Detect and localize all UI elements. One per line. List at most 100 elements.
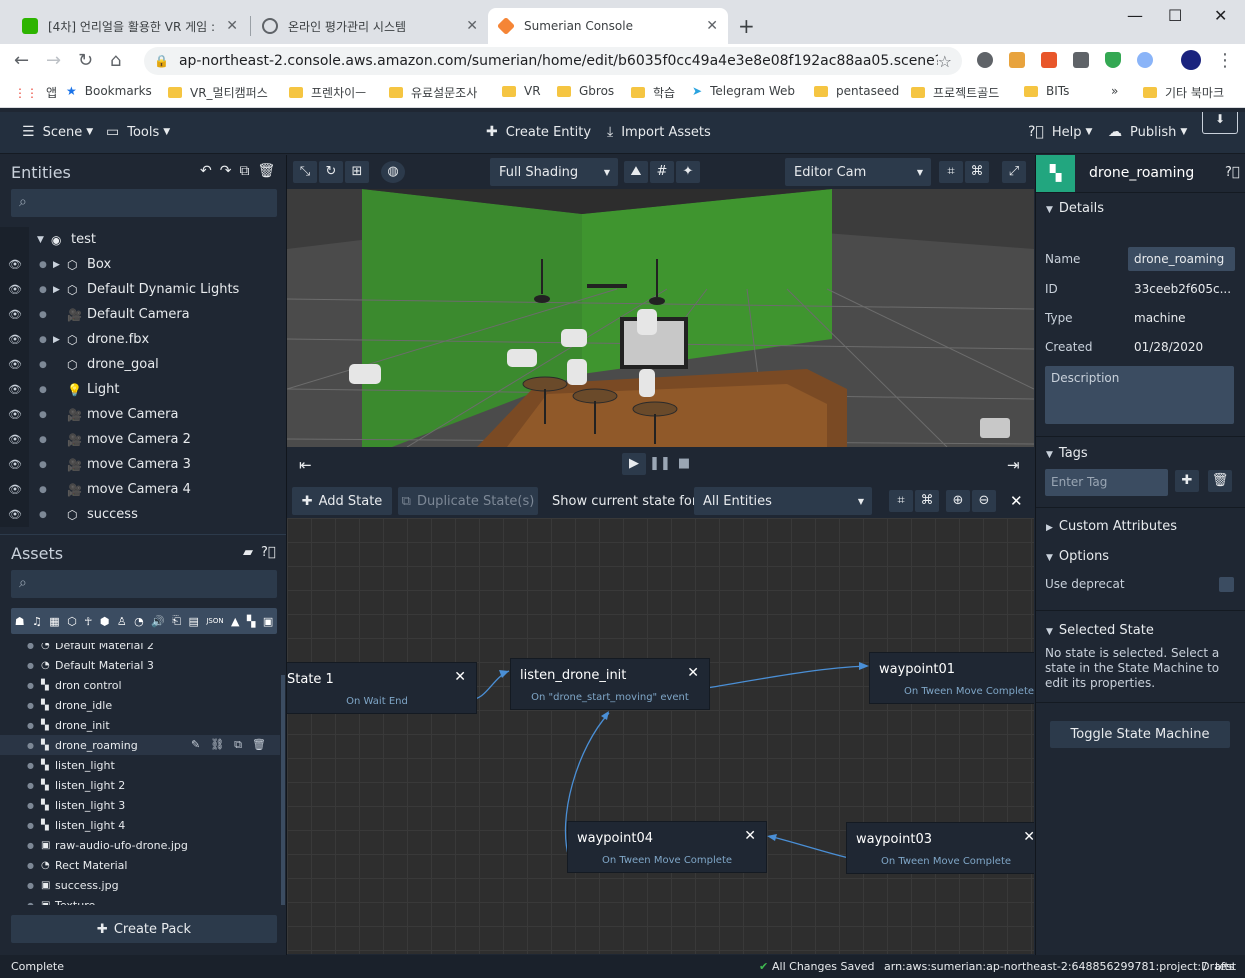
vr-headset-icon[interactable] (980, 418, 1010, 438)
extension-icon[interactable] (1041, 52, 1057, 68)
home-icon[interactable]: ⌂ (110, 50, 121, 71)
close-icon[interactable]: ✕ (687, 665, 699, 681)
close-window-icon[interactable]: ✕ (1214, 6, 1227, 25)
chevron-down-icon[interactable]: ▼ (37, 235, 51, 245)
asset-scrollbar[interactable] (281, 675, 285, 905)
play-icon[interactable]: ▶ (622, 453, 646, 475)
eye-icon[interactable]: 👁 (0, 508, 30, 521)
browser-tab-sumerian[interactable]: Sumerian Console ✕ (488, 8, 728, 44)
entity-row[interactable]: 👁 ● 🎥 move Camera 4 (0, 477, 286, 502)
asset-row[interactable]: ● ▚ listen_light 3 (0, 795, 280, 815)
browser-tab-vr-course[interactable]: [4차] 언리얼을 활용한 VR 게임 : ✕ (12, 8, 248, 44)
asset-row[interactable]: ● ◔ Default Material 3 (0, 655, 280, 675)
bookmark-item[interactable]: ➤ Telegram Web (692, 84, 795, 98)
fullscreen-icon[interactable]: ⤢ (1002, 161, 1026, 183)
forward-icon[interactable]: → (46, 50, 61, 71)
undo-icon[interactable]: ↶ (200, 163, 212, 179)
tools-menu[interactable]: ▭ Tools ▼ (106, 124, 170, 140)
asset-row[interactable]: ● ▚ listen_light 2 (0, 775, 280, 795)
close-state-machine-icon[interactable]: ✕ (1010, 492, 1023, 510)
state-node[interactable]: waypoint04 ✕ On Tween Move Complete (567, 821, 767, 873)
scene-viewport[interactable] (287, 189, 1034, 447)
asset-row[interactable]: ● ◔ Rect Material (0, 855, 280, 875)
eye-icon[interactable]: 👁 (0, 283, 30, 296)
entity-row[interactable]: 👁 ● 🎥 move Camera 3 (0, 452, 286, 477)
scene-menu[interactable]: ☰ Scene ▼ (22, 124, 93, 140)
state-machine-icon[interactable]: ▚ (247, 615, 255, 628)
entity-filter-dropdown[interactable]: All Entities ▼ (694, 487, 872, 515)
asset-row[interactable]: ● ▚ listen_light (0, 755, 280, 775)
bookmark-star-icon[interactable]: ☆ (938, 52, 952, 71)
bookmark-item[interactable]: ★ Bookmarks (66, 84, 152, 98)
bookmark-other[interactable]: 기타 북마크 (1143, 84, 1224, 101)
asset-row[interactable]: ● ▣ raw-audio-ufo-drone.jpg (0, 835, 280, 855)
duplicate-icon[interactable]: ⧉ (234, 738, 242, 752)
redo-icon[interactable]: ↷ (220, 163, 232, 179)
use-deprecat-checkbox[interactable] (1219, 577, 1234, 592)
entity-row[interactable]: 👁 ● ▶ ⬡ Default Dynamic Lights (0, 277, 286, 302)
import-assets-button[interactable]: ⤓ Import Assets (607, 124, 711, 140)
entity-row[interactable]: 👁 ● ⬡ drone_goal (0, 352, 286, 377)
pause-icon[interactable]: ❚❚ (648, 453, 672, 475)
close-tab-icon[interactable]: ✕ (706, 18, 718, 34)
entity-row[interactable]: 👁 ● 🎥 move Camera 2 (0, 427, 286, 452)
eye-icon[interactable]: 👁 (0, 458, 30, 471)
stop-icon[interactable]: ■ (672, 453, 696, 475)
zoom-out-icon[interactable]: ⊖ (972, 490, 996, 512)
collapse-right-icon[interactable]: ⇥ (1007, 456, 1020, 474)
eye-icon[interactable]: 👁 (0, 358, 30, 371)
eye-icon[interactable]: 👁 (0, 308, 30, 321)
bookmark-item[interactable]: 프로젝트골드 (911, 84, 999, 101)
chevron-right-icon[interactable]: ▶ (53, 335, 67, 345)
asset-row[interactable]: ● ▚ listen_light 4 (0, 815, 280, 835)
extension-icon[interactable] (1073, 52, 1089, 68)
eye-icon[interactable]: 👁 (0, 483, 30, 496)
bookmarks-overflow-icon[interactable]: » (1111, 84, 1118, 98)
rotate-icon[interactable]: ↻ (319, 161, 343, 183)
kebab-menu-icon[interactable]: ⋮ (1216, 50, 1234, 71)
state-node[interactable]: waypoint03 ✕ On Tween Move Complete (846, 822, 1034, 874)
mountain-icon[interactable]: ▲ (231, 615, 239, 628)
world-space-icon[interactable]: ◍ (381, 161, 405, 183)
focus-all-icon[interactable]: ⌘ (915, 490, 939, 512)
eye-icon[interactable]: 👁 (0, 383, 30, 396)
create-pack-button[interactable]: ✚ Create Pack (11, 915, 277, 943)
custom-attributes-toggle[interactable]: ▶ Custom Attributes (1046, 519, 1177, 534)
entity-root-row[interactable]: ▼ ◉ test (0, 227, 286, 252)
speech-icon[interactable]: ▤ (189, 615, 199, 628)
bookmark-item[interactable]: BITs (1024, 84, 1069, 98)
texture-icon[interactable]: ▣ (263, 615, 273, 628)
close-icon[interactable]: ✕ (454, 669, 466, 685)
profile-avatar[interactable] (1181, 50, 1201, 70)
browser-tab-evaluation[interactable]: 온라인 평가관리 시스템 ✕ (252, 8, 488, 44)
minimize-icon[interactable]: — (1127, 6, 1143, 25)
new-tab-button[interactable]: + (738, 14, 755, 38)
state-node[interactable]: listen_drone_init ✕ On "drone_start_movi… (510, 658, 710, 710)
focus-all-icon[interactable]: ⌘ (965, 161, 989, 183)
extension-icon[interactable] (1137, 52, 1153, 68)
camera-dropdown[interactable]: Editor Cam ▼ (785, 158, 931, 186)
address-bar[interactable]: 🔒 ap-northeast-2.console.aws.amazon.com/… (144, 47, 962, 75)
duplicate-icon[interactable]: ⧉ (239, 163, 249, 179)
entity-row[interactable]: 👁 ● 💡 Light (0, 377, 286, 402)
eye-icon[interactable]: 👁 (0, 258, 30, 271)
bookmark-apps[interactable]: ⋮⋮ 앱 (14, 84, 57, 101)
hexagon-icon[interactable]: ⬡ (67, 615, 77, 628)
grid-icon[interactable]: # (650, 161, 674, 183)
asset-search-input[interactable]: ⌕ (11, 570, 277, 598)
trash-icon[interactable]: 🗑 (1208, 470, 1232, 492)
eye-icon[interactable]: 👁 (0, 333, 30, 346)
audio-icon[interactable]: ♫ (32, 615, 42, 628)
reload-icon[interactable]: ↻ (78, 50, 93, 71)
help-circle-icon[interactable]: ?⃝ (1225, 165, 1240, 180)
maximize-icon[interactable]: ☐ (1168, 6, 1182, 25)
asset-row[interactable]: ● ▚ drone_init (0, 715, 280, 735)
all-assets-icon[interactable]: ☗ (15, 615, 25, 628)
extension-icon[interactable] (1009, 52, 1025, 68)
material-icon[interactable]: ◔ (134, 615, 144, 628)
film-icon[interactable]: ▦ (49, 615, 59, 628)
bookmark-item[interactable]: pentaseed (814, 84, 899, 98)
tags-section-toggle[interactable]: ▼ Tags (1046, 446, 1088, 461)
shield-extension-icon[interactable] (1105, 52, 1121, 68)
pin-toolbar-icon[interactable]: ⬇ (1202, 112, 1238, 134)
